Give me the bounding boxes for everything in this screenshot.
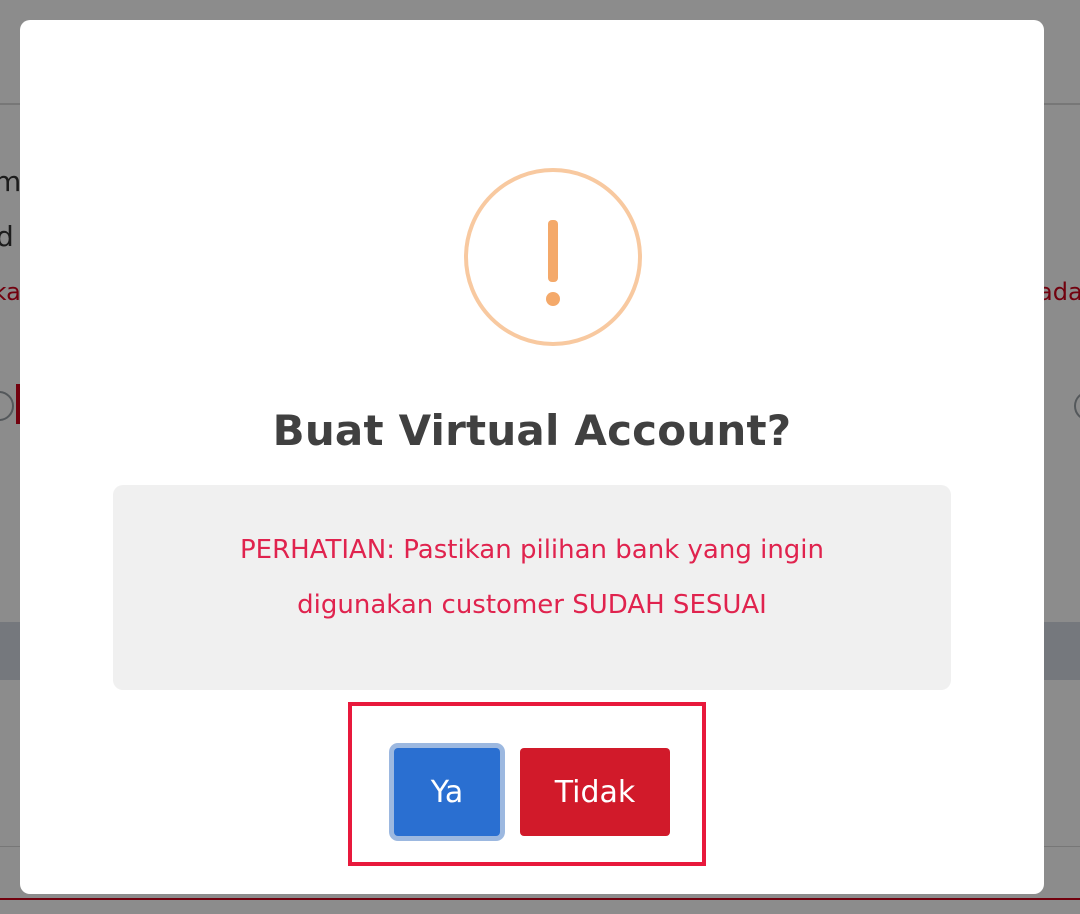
confirm-dialog: Buat Virtual Account? PERHATIAN: Pastika… [20,20,1044,894]
warning-exclamation-icon [464,168,642,346]
confirm-yes-button[interactable]: Ya [394,748,500,836]
dialog-title: Buat Virtual Account? [272,406,792,455]
cancel-no-button[interactable]: Tidak [520,748,670,836]
warning-message-box: PERHATIAN: Pastikan pilihan bank yang in… [113,485,951,690]
warning-message-text: PERHATIAN: Pastikan pilihan bank yang in… [239,535,825,620]
